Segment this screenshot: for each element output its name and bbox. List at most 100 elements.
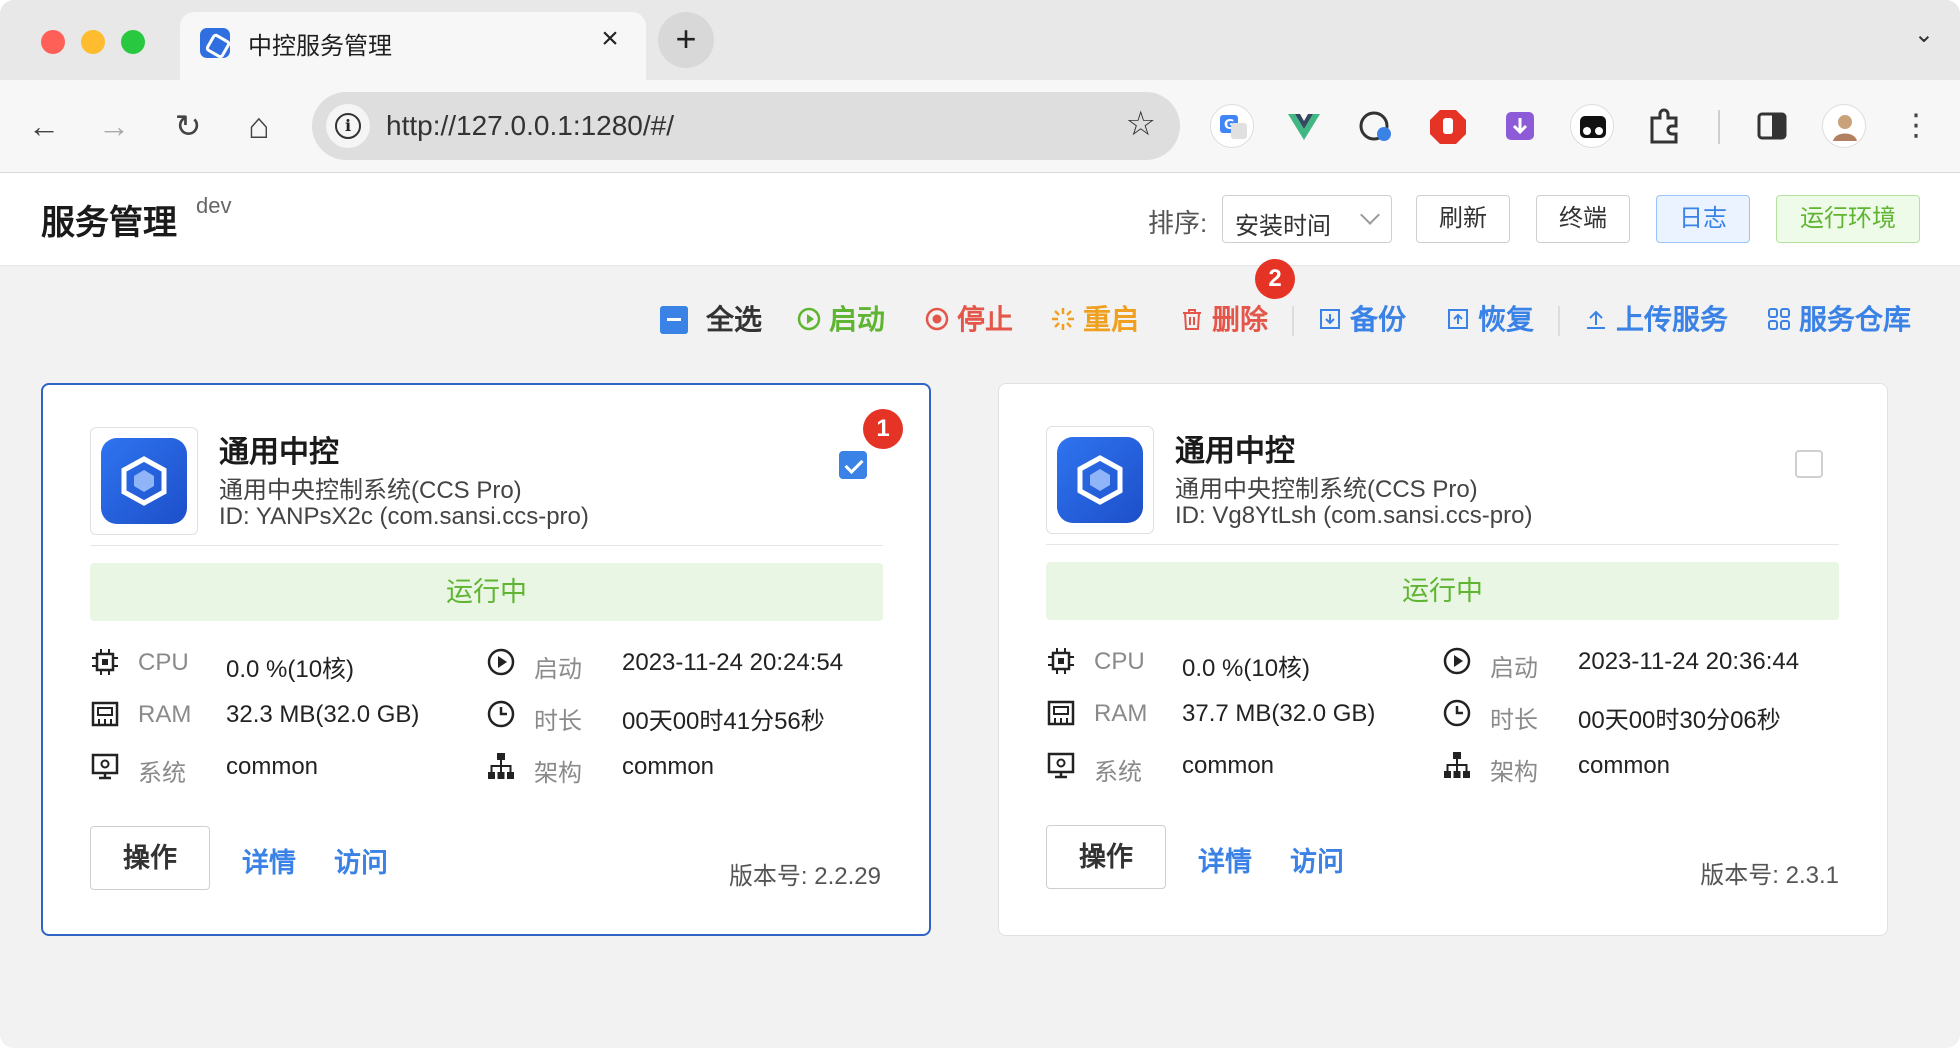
arch-label: 架构	[1490, 759, 1538, 786]
sort-select-value: 安装时间	[1235, 213, 1331, 240]
operate-button[interactable]: 操作	[1046, 825, 1166, 889]
site-info-icon[interactable]: i	[326, 104, 370, 148]
hierarchy-icon	[488, 753, 514, 779]
profile-avatar[interactable]	[1822, 104, 1866, 148]
back-icon[interactable]: ←	[22, 104, 66, 148]
vue-devtools-icon[interactable]	[1282, 104, 1326, 148]
service-select-checkbox[interactable]	[1795, 450, 1823, 478]
tab-close-icon[interactable]: ×	[592, 22, 628, 56]
service-name: 通用中控	[1175, 435, 1295, 468]
service-id: ID: YANPsX2c (com.sansi.ccs-pro)	[219, 503, 589, 530]
arch-value: common	[1578, 752, 1671, 779]
hierarchy-icon	[1444, 752, 1470, 778]
arch-label: 架构	[534, 760, 582, 787]
password-icon[interactable]	[1354, 104, 1398, 148]
service-description: 通用中央控制系统(CCS Pro)	[219, 477, 522, 504]
close-window-button[interactable]	[41, 30, 65, 54]
status-badge: 运行中	[1046, 562, 1839, 620]
backup-label: 备份	[1350, 304, 1407, 335]
tab-bar: 中控服务管理 × + ⌄	[0, 0, 1960, 80]
indeterminate-checkbox-icon	[660, 306, 688, 334]
home-icon[interactable]: ⌂	[237, 104, 281, 148]
ram-value: 37.7 MB(32.0 GB)	[1182, 700, 1376, 727]
minimize-window-button[interactable]	[81, 30, 105, 54]
restart-label: 重启	[1083, 304, 1140, 335]
cpu-chip-icon	[92, 649, 118, 675]
address-bar[interactable]: i http://127.0.0.1:1280/#/ ☆	[312, 92, 1180, 160]
forward-icon[interactable]: →	[92, 104, 136, 148]
service-card[interactable]: 通用中控 通用中央控制系统(CCS Pro) ID: Vg8YtLsh (com…	[998, 383, 1888, 936]
refresh-button[interactable]: 刷新	[1416, 195, 1510, 243]
service-description: 通用中央控制系统(CCS Pro)	[1175, 476, 1478, 503]
hexagon-logo-icon	[1077, 455, 1123, 505]
ram-label: RAM	[1094, 700, 1148, 727]
stop-label: 停止	[957, 304, 1014, 335]
version-text: 版本号: 2.2.29	[728, 863, 881, 890]
upload-service-label: 上传服务	[1616, 304, 1729, 335]
upload-icon	[1584, 306, 1608, 330]
visit-link[interactable]: 访问	[334, 841, 388, 880]
service-select-checkbox[interactable]	[839, 451, 867, 479]
tampermonkey-icon[interactable]	[1570, 104, 1614, 148]
play-circle-icon	[1443, 647, 1471, 675]
cpu-label: CPU	[138, 649, 189, 676]
new-tab-button[interactable]: +	[658, 12, 714, 68]
delete-button[interactable]: 删除	[1180, 298, 1268, 338]
tab-title: 中控服务管理	[248, 33, 392, 60]
select-all-button[interactable]: 全选	[660, 298, 762, 338]
sort-label: 排序:	[1148, 208, 1208, 238]
restart-button[interactable]: 重启	[1051, 298, 1139, 338]
tab-search-chevron-icon[interactable]: ⌄	[1914, 20, 1934, 49]
bookmark-star-icon[interactable]: ☆	[1126, 104, 1156, 144]
annotation-badge-1: 1	[863, 409, 903, 449]
monitor-gear-icon	[1047, 752, 1075, 779]
toolbar-divider	[1718, 110, 1720, 144]
sidepanel-icon[interactable]	[1750, 104, 1794, 148]
cpu-label: CPU	[1094, 648, 1145, 675]
browser-tab[interactable]: 中控服务管理 ×	[180, 12, 646, 80]
service-logo	[1046, 426, 1154, 534]
memory-icon	[1047, 700, 1075, 726]
details-link[interactable]: 详情	[1198, 840, 1252, 879]
restore-button[interactable]: 恢复	[1446, 298, 1534, 338]
adblock-icon[interactable]	[1426, 104, 1470, 148]
trash-icon	[1180, 306, 1204, 330]
start-button[interactable]: 启动	[797, 298, 885, 338]
service-repo-button[interactable]: 服务仓库	[1767, 298, 1911, 338]
details-link[interactable]: 详情	[242, 841, 296, 880]
ram-value: 32.3 MB(32.0 GB)	[226, 701, 420, 728]
monitor-gear-icon	[91, 753, 119, 780]
operate-button[interactable]: 操作	[90, 826, 210, 890]
maximize-window-button[interactable]	[121, 30, 145, 54]
cpu-chip-icon	[1048, 648, 1074, 674]
visit-link[interactable]: 访问	[1290, 840, 1344, 879]
logs-button[interactable]: 日志	[1656, 195, 1750, 243]
puzzle-icon[interactable]	[1642, 104, 1686, 148]
reload-icon[interactable]: ↻	[166, 104, 210, 148]
grid-icon	[1767, 306, 1791, 330]
translate-icon[interactable]: G	[1210, 104, 1254, 148]
service-repo-label: 服务仓库	[1799, 304, 1912, 335]
system-value: common	[226, 753, 319, 780]
runtime-env-button[interactable]: 运行环境	[1776, 195, 1920, 243]
action-divider	[1558, 306, 1560, 336]
terminal-button[interactable]: 终端	[1536, 195, 1630, 243]
upload-service-button[interactable]: 上传服务	[1584, 298, 1728, 338]
start-time-label: 启动	[534, 656, 582, 683]
download-box-icon	[1318, 306, 1342, 330]
url-text[interactable]: http://127.0.0.1:1280/#/	[386, 110, 674, 142]
stop-circle-icon	[925, 306, 949, 331]
backup-button[interactable]: 备份	[1318, 298, 1406, 338]
stop-button[interactable]: 停止	[925, 298, 1013, 338]
env-tag: dev	[196, 193, 232, 218]
sort-select[interactable]: 安装时间	[1222, 195, 1392, 243]
duration-label: 时长	[1490, 707, 1538, 734]
service-card[interactable]: 通用中控 通用中央控制系统(CCS Pro) ID: YANPsX2c (com…	[41, 383, 931, 936]
browser-menu-icon[interactable]: ⋮	[1894, 104, 1938, 148]
duration-value: 00天00时41分56秒	[622, 708, 825, 735]
arch-value: common	[622, 753, 715, 780]
action-divider	[1292, 306, 1294, 336]
clock-icon	[1443, 699, 1471, 727]
download-icon[interactable]	[1498, 104, 1542, 148]
play-circle-icon	[797, 306, 821, 331]
